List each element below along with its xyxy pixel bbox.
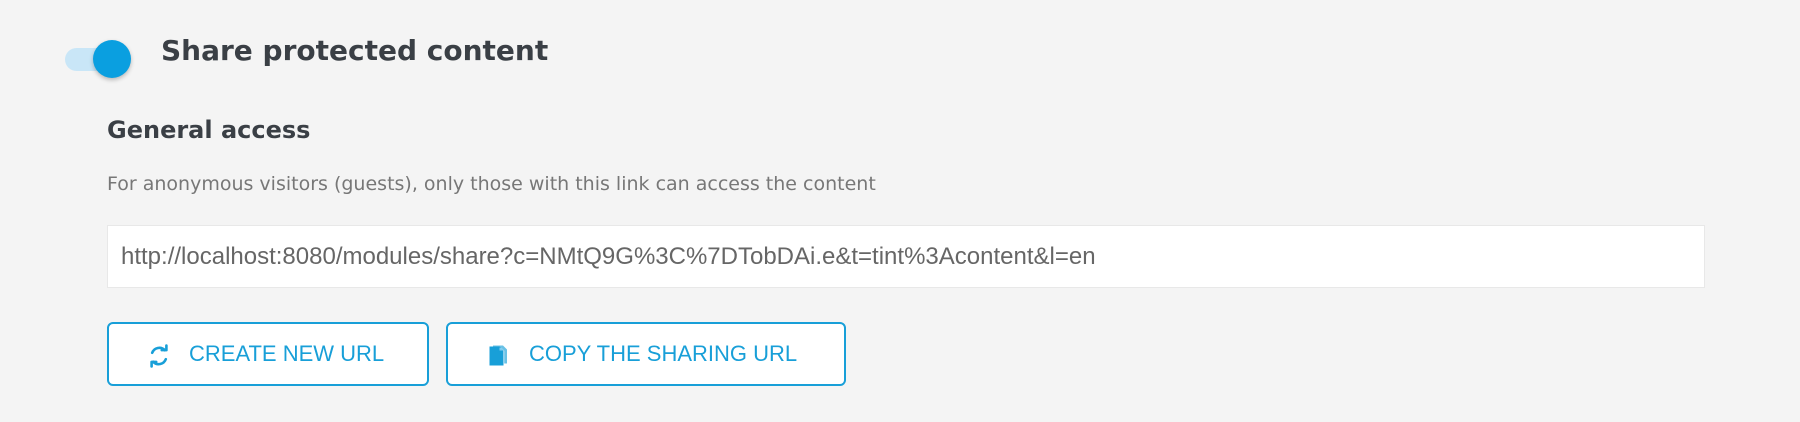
copy-sharing-url-label: COPY THE SHARING URL (529, 341, 798, 366)
general-access-heading: General access (107, 116, 311, 144)
copy-document-icon (489, 345, 507, 366)
refresh-icon (150, 344, 168, 368)
copy-sharing-url-button[interactable]: COPY THE SHARING URL (446, 322, 846, 386)
share-settings-panel: Share protected content General access F… (0, 0, 1800, 422)
general-access-description: For anonymous visitors (guests), only th… (107, 173, 876, 195)
create-new-url-button[interactable]: CREATE NEW URL (107, 322, 429, 386)
toggle-knob (93, 40, 131, 78)
sharing-url-field[interactable] (107, 225, 1705, 288)
share-protected-content-title: Share protected content (161, 34, 549, 67)
share-protected-content-toggle[interactable] (65, 40, 135, 78)
create-new-url-label: CREATE NEW URL (189, 341, 385, 366)
